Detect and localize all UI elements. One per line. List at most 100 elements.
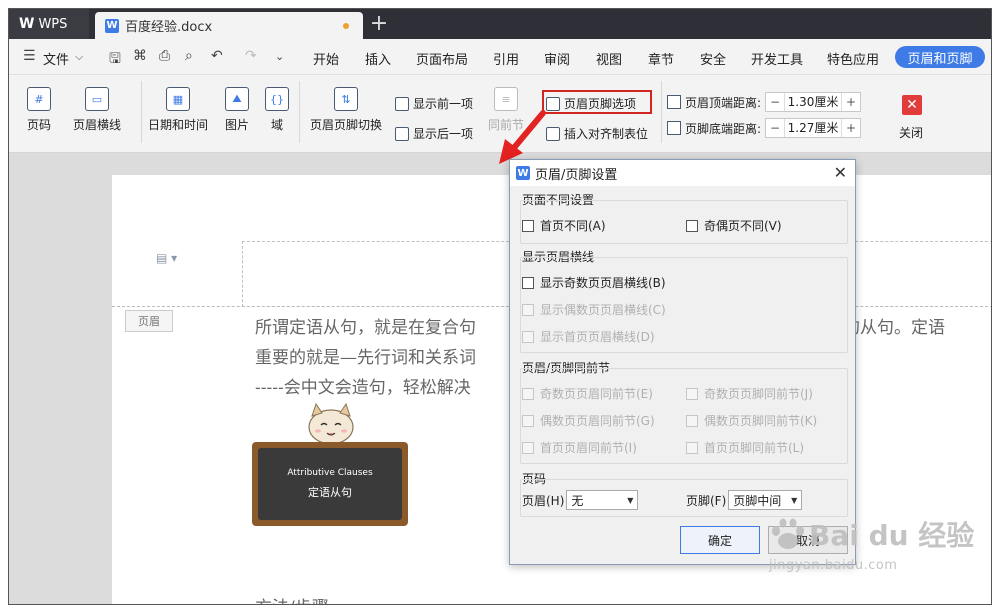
redo-icon[interactable]: ↷ xyxy=(245,48,257,64)
document-tab-label: 百度经验.docx xyxy=(125,20,213,35)
menu-tab-references[interactable]: 引用 xyxy=(493,49,519,68)
app-window: W WPS W 百度经验.docx + ☰ 文件 ⌵ 🖫 ⌘ ⎙ ⌕ ↶ ↷ ⌄… xyxy=(8,8,992,605)
close-header-footer-icon[interactable]: ✕ xyxy=(902,95,922,115)
menu-tab-layout[interactable]: 页面布局 xyxy=(416,49,468,68)
date-time-label: 日期和时间 xyxy=(147,118,208,132)
save-icon[interactable]: 🖫 xyxy=(109,48,121,72)
page-number-label: 页码 xyxy=(26,118,51,132)
ok-button[interactable]: 确定 xyxy=(680,526,760,554)
menu-tab-features[interactable]: 特色应用 xyxy=(827,49,879,68)
menu-tab-review[interactable]: 审阅 xyxy=(544,49,570,68)
menu-tab-security[interactable]: 安全 xyxy=(700,49,726,68)
menu-tab-insert[interactable]: 插入 xyxy=(365,49,391,68)
menu-hamburger-icon[interactable]: ☰ xyxy=(23,48,36,64)
show-even-header-line-checkbox[interactable]: 显示偶数页页眉横线(C) xyxy=(522,301,666,318)
document-tab[interactable]: W 百度经验.docx xyxy=(95,12,363,39)
show-odd-header-line-label: 显示奇数页页眉横线(B) xyxy=(540,276,666,290)
header-page-number-select[interactable]: 无 ▼ xyxy=(566,490,639,510)
dropdown-arrow-icon: ▼ xyxy=(627,495,634,505)
picture-button[interactable]: ⛰ 图片 xyxy=(217,87,257,133)
header-distance-input[interactable]: 1.30厘米 xyxy=(784,93,843,111)
file-chevron-down-icon[interactable]: ⌵ xyxy=(75,50,83,64)
footer-distance-increment[interactable]: + xyxy=(842,119,860,137)
field-button[interactable]: {} 域 xyxy=(265,87,289,133)
menu-tab-header-footer[interactable]: 页眉和页脚 xyxy=(895,46,985,68)
chalkboard: Attributive Clauses 定语从句 xyxy=(252,442,408,526)
format-painter-icon[interactable]: ⌘ xyxy=(133,48,147,64)
field-label: 域 xyxy=(270,118,283,132)
footer-page-number-select[interactable]: 页脚中间 ▼ xyxy=(728,490,803,510)
show-next-label: 显示后一项 xyxy=(413,127,474,141)
odd-footer-same-label: 奇数页页脚同前节(J) xyxy=(704,387,813,401)
show-previous-button[interactable]: 显示前一项 xyxy=(395,95,473,112)
show-first-header-line-label: 显示首页页眉横线(D) xyxy=(540,330,655,344)
wps-home-label: WPS xyxy=(38,16,68,32)
chalkboard-surface: Attributive Clauses 定语从句 xyxy=(258,448,402,520)
menu-tab-developer[interactable]: 开发工具 xyxy=(751,49,803,68)
checkbox-box xyxy=(522,330,534,343)
even-footer-same-checkbox[interactable]: 偶数页页脚同前节(K) xyxy=(686,412,817,429)
odd-even-different-checkbox[interactable]: 奇偶页不同(V) xyxy=(686,217,782,234)
even-header-same-checkbox[interactable]: 偶数页页眉同前节(G) xyxy=(522,412,655,429)
dialog-title-bar[interactable]: W 页眉/页脚设置 ✕ xyxy=(510,160,855,186)
menu-tab-view[interactable]: 视图 xyxy=(596,49,622,68)
header-page-icon[interactable]: ▤ ▾ xyxy=(156,251,177,265)
header-tag: 页眉 xyxy=(125,310,173,332)
page-number-button[interactable]: # 页码 xyxy=(21,87,57,133)
header-distance-increment[interactable]: + xyxy=(842,93,860,111)
menu-tab-home[interactable]: 开始 xyxy=(313,49,339,68)
baidu-jingyan-watermark: Bai du 经验 jingyan.baidu.com xyxy=(769,514,974,573)
header-top-distance-label: 页眉顶端距离: xyxy=(685,95,762,110)
checkbox-box xyxy=(686,219,698,232)
header-footer-switch-button[interactable]: ⇅ 页眉页脚切换 xyxy=(307,87,385,133)
first-footer-same-label: 首页页脚同前节(L) xyxy=(704,441,805,455)
show-previous-label: 显示前一项 xyxy=(413,97,474,111)
footer-distance-decrement[interactable]: − xyxy=(766,119,784,137)
first-footer-same-checkbox[interactable]: 首页页脚同前节(L) xyxy=(686,439,804,456)
odd-header-same-label: 奇数页页眉同前节(E) xyxy=(540,387,653,401)
wps-home-tab[interactable]: W WPS xyxy=(9,9,89,39)
dropdown-arrow-icon: ▼ xyxy=(791,495,798,505)
menu-tab-section[interactable]: 章节 xyxy=(648,49,674,68)
dialog-title: 页眉/页脚设置 xyxy=(535,167,618,183)
insert-tab-stop-button[interactable]: 插入对齐制表位 xyxy=(546,125,648,142)
header-top-distance-spinner: − 1.30厘米 + xyxy=(765,92,862,112)
picture-icon: ⛰ xyxy=(225,87,249,111)
odd-footer-same-checkbox[interactable]: 奇数页页脚同前节(J) xyxy=(686,385,813,402)
checkbox-box xyxy=(522,441,534,454)
checkbox-box xyxy=(686,414,698,427)
chalkboard-english-text: Attributive Clauses xyxy=(287,468,373,478)
odd-header-same-checkbox[interactable]: 奇数页页眉同前节(E) xyxy=(522,385,653,402)
header-footer-settings-dialog: W 页眉/页脚设置 ✕ 页面不同设置 首页不同(A) 奇偶页不同(V) 显示页眉… xyxy=(509,159,856,565)
close-header-footer-label[interactable]: 关闭 xyxy=(899,124,923,141)
show-odd-header-line-checkbox[interactable]: 显示奇数页页眉横线(B) xyxy=(522,274,666,291)
footer-bottom-distance-label: 页脚底端距离: xyxy=(685,121,762,136)
picture-label: 图片 xyxy=(224,118,249,132)
insert-tab-stop-label: 插入对齐制表位 xyxy=(564,127,649,141)
checkbox-box xyxy=(522,219,534,232)
body-line-1: 所谓定语从句，就是在复合句 xyxy=(255,318,476,338)
writer-doc-icon: W xyxy=(105,18,119,33)
file-menu[interactable]: 文件 xyxy=(43,49,69,68)
dialog-close-icon[interactable]: ✕ xyxy=(834,163,847,182)
undo-icon[interactable]: ↶ xyxy=(211,48,223,64)
new-tab-button[interactable]: + xyxy=(367,11,391,37)
first-header-same-checkbox[interactable]: 首页页眉同前节(I) xyxy=(522,439,637,456)
header-line-button[interactable]: ▭ 页眉横线 xyxy=(65,87,129,133)
same-as-previous-icon: ≡ xyxy=(494,87,518,111)
header-distance-decrement[interactable]: − xyxy=(766,93,784,111)
footer-distance-input[interactable]: 1.27厘米 xyxy=(784,119,843,137)
quick-access-more-icon[interactable]: ⌄ xyxy=(275,50,284,63)
date-time-button[interactable]: ▦ 日期和时间 xyxy=(145,87,211,133)
show-first-header-line-checkbox[interactable]: 显示首页页眉横线(D) xyxy=(522,328,655,345)
footer-page-number-row: 页脚(F) 页脚中间 ▼ xyxy=(686,490,803,510)
even-footer-same-label: 偶数页页脚同前节(K) xyxy=(704,414,818,428)
show-next-button[interactable]: 显示后一项 xyxy=(395,125,473,142)
header-line-label: 页眉横线 xyxy=(72,118,121,132)
even-header-same-label: 偶数页页眉同前节(G) xyxy=(540,414,655,428)
print-icon[interactable]: ⎙ xyxy=(159,48,170,64)
first-page-different-checkbox[interactable]: 首页不同(A) xyxy=(522,217,606,234)
checkbox-box xyxy=(522,303,534,316)
watermark-text: Bai du 经验 xyxy=(809,519,975,552)
print-preview-icon[interactable]: ⌕ xyxy=(185,48,193,64)
